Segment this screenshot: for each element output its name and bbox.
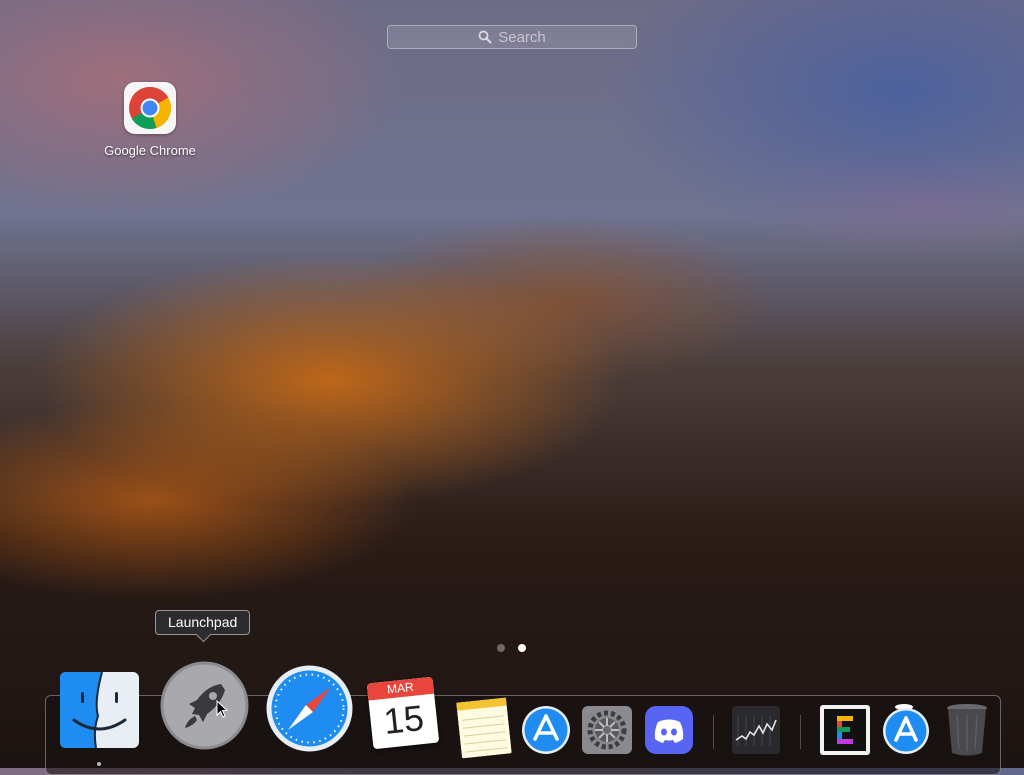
dock-item-launchpad[interactable] xyxy=(159,660,250,756)
compass-icon xyxy=(266,665,353,752)
dock-item-app-store[interactable] xyxy=(521,705,571,760)
finder-icon xyxy=(60,671,139,749)
gear-icon xyxy=(582,706,632,754)
app-store-icon xyxy=(883,704,929,754)
stocks-chart-icon xyxy=(732,706,780,754)
search-icon xyxy=(478,30,492,44)
dock-item-discord[interactable] xyxy=(645,706,693,759)
dock-separator xyxy=(713,715,714,749)
trash-icon xyxy=(947,704,987,756)
dock-item-safari[interactable] xyxy=(265,664,354,758)
app-label: Google Chrome xyxy=(104,143,196,158)
rocket-icon xyxy=(160,661,249,750)
app-store-icon xyxy=(522,706,570,754)
letter-e-icon xyxy=(820,705,870,755)
page-indicator xyxy=(497,644,526,652)
dock-item-stocks[interactable] xyxy=(732,706,780,759)
dock-item-finder[interactable] xyxy=(60,671,139,753)
dock-item-app-store-downloads[interactable] xyxy=(882,703,930,760)
dock-item-system-preferences[interactable] xyxy=(582,706,632,759)
search-placeholder: Search xyxy=(498,28,546,46)
dock-item-e-app[interactable] xyxy=(820,705,870,760)
dock-item-trash[interactable] xyxy=(945,703,989,762)
app-google-chrome[interactable]: Google Chrome xyxy=(96,82,204,158)
dock-item-notes[interactable] xyxy=(456,697,512,761)
running-indicator xyxy=(97,762,101,766)
search-field[interactable]: Search xyxy=(387,25,637,49)
calendar-day: 15 xyxy=(381,696,426,742)
discord-icon xyxy=(645,706,693,754)
page-dot-2[interactable] xyxy=(518,644,526,652)
page-dot-1[interactable] xyxy=(497,644,505,652)
calendar-icon: MAR 15 xyxy=(366,676,440,750)
notes-icon xyxy=(456,697,512,759)
dock-separator xyxy=(800,715,801,749)
dock-item-calendar[interactable]: MAR 15 xyxy=(366,676,440,750)
chrome-icon xyxy=(124,82,176,134)
dock-tooltip: Launchpad xyxy=(155,610,251,635)
mouse-cursor-icon xyxy=(216,700,228,718)
